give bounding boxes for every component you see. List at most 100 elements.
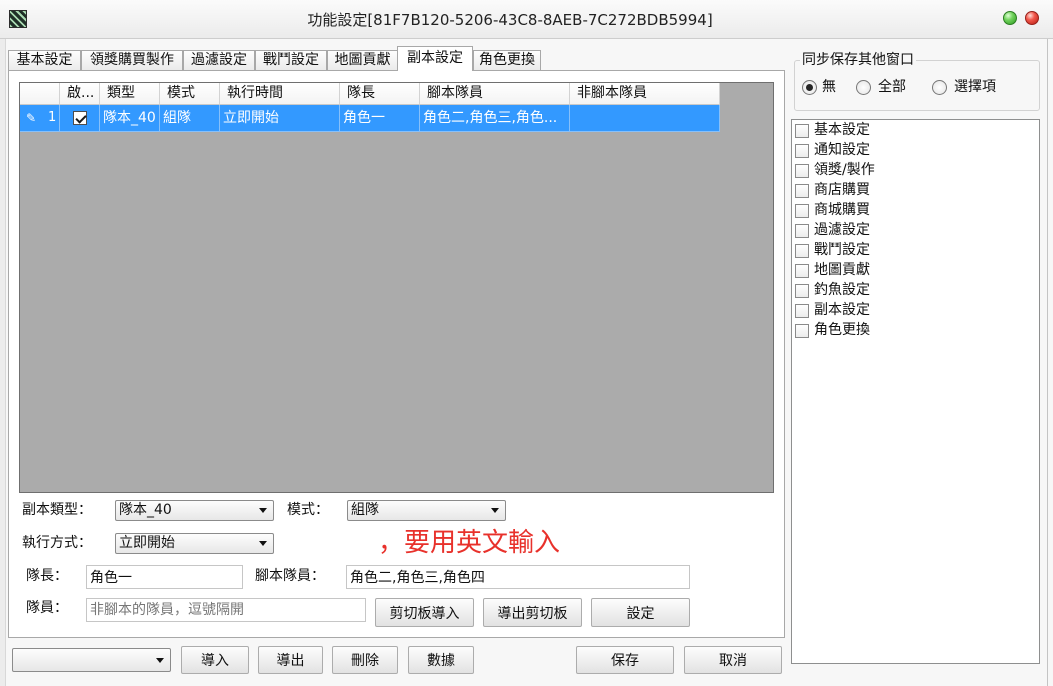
- tab-basic-settings[interactable]: 基本設定: [8, 50, 81, 71]
- list-item-checkbox[interactable]: [795, 304, 809, 318]
- delete-button[interactable]: 刪除: [332, 646, 398, 674]
- green-circle-icon: [1003, 11, 1017, 25]
- cell-run-time[interactable]: 立即開始: [220, 105, 340, 132]
- leader-input[interactable]: [86, 565, 243, 589]
- list-item[interactable]: 通知設定: [792, 140, 1039, 160]
- column-header-script-members[interactable]: 腳本隊員: [420, 83, 570, 105]
- set-button[interactable]: 設定: [591, 598, 690, 627]
- list-item-checkbox[interactable]: [795, 124, 809, 138]
- tab-dungeon-settings[interactable]: 副本設定: [397, 46, 473, 71]
- column-header-leader[interactable]: 隊長: [340, 83, 420, 105]
- radio-none[interactable]: [802, 80, 817, 95]
- dungeon-type-label: 副本類型：: [22, 502, 92, 518]
- mode-select[interactable]: 組隊: [347, 500, 506, 521]
- row-header[interactable]: 1: [20, 105, 60, 132]
- dungeon-type-value: 隊本_40: [119, 502, 172, 518]
- list-item-checkbox[interactable]: [795, 164, 809, 178]
- mode-label: 模式：: [287, 502, 329, 518]
- sync-group-title: 同步保存其他窗口: [800, 51, 916, 69]
- members-input[interactable]: [86, 598, 366, 622]
- list-item-checkbox[interactable]: [795, 184, 809, 198]
- column-header-run-time[interactable]: 執行時間: [220, 83, 340, 105]
- settings-window: 功能設定[81F7B120-5206-43C8-8AEB-7C272BDB599…: [0, 0, 1053, 686]
- list-item[interactable]: 地圖貢獻: [792, 260, 1039, 280]
- dungeon-type-select[interactable]: 隊本_40: [115, 500, 274, 521]
- cell-mode[interactable]: 組隊: [160, 105, 220, 132]
- list-item[interactable]: 商店購買: [792, 180, 1039, 200]
- list-item-label: 過濾設定: [814, 222, 870, 238]
- run-method-select[interactable]: 立即開始: [115, 533, 274, 554]
- dungeon-grid[interactable]: 啟... 類型 模式 執行時間 隊長 腳本隊員 非腳本隊員 1 隊本_40 組隊…: [19, 82, 774, 493]
- radio-selected[interactable]: [932, 80, 947, 95]
- list-item-label: 通知設定: [814, 142, 870, 158]
- profile-select[interactable]: [12, 648, 171, 672]
- close-button[interactable]: [1024, 10, 1040, 26]
- cell-leader[interactable]: 角色一: [340, 105, 420, 132]
- tab-combat-settings[interactable]: 戰鬥設定: [255, 50, 327, 71]
- cell-non-script-members[interactable]: [570, 105, 720, 132]
- list-item[interactable]: 戰鬥設定: [792, 240, 1039, 260]
- data-button[interactable]: 數據: [408, 646, 474, 674]
- cell-type[interactable]: 隊本_40: [100, 105, 160, 132]
- list-item[interactable]: 基本設定: [792, 120, 1039, 140]
- run-method-value: 立即開始: [119, 535, 175, 551]
- list-item[interactable]: 副本設定: [792, 300, 1039, 320]
- list-item[interactable]: 過濾設定: [792, 220, 1039, 240]
- column-header-enabled[interactable]: 啟...: [60, 83, 100, 105]
- title-bar: 功能設定[81F7B120-5206-43C8-8AEB-7C272BDB599…: [0, 0, 1053, 39]
- enabled-checkbox[interactable]: [72, 111, 87, 125]
- sync-option-selected[interactable]: 選擇項: [932, 78, 1012, 97]
- table-row[interactable]: 1 隊本_40 組隊 立即開始 角色一 角色二,角色三,角色...: [20, 105, 720, 132]
- minimize-button[interactable]: [1002, 10, 1018, 26]
- chevron-down-icon: [259, 508, 267, 513]
- column-header-type[interactable]: 類型: [100, 83, 160, 105]
- members-label: 隊員：: [26, 600, 68, 616]
- list-item-checkbox[interactable]: [795, 144, 809, 158]
- cell-enabled[interactable]: [60, 105, 100, 132]
- window-title: 功能設定[81F7B120-5206-43C8-8AEB-7C272BDB599…: [307, 11, 713, 29]
- import-button[interactable]: 導入: [181, 646, 249, 674]
- tab-filter-settings[interactable]: 過濾設定: [183, 50, 255, 71]
- tab-character-switch[interactable]: 角色更換: [473, 50, 541, 71]
- list-item[interactable]: 角色更換: [792, 320, 1039, 340]
- list-item-checkbox[interactable]: [795, 284, 809, 298]
- list-item-checkbox[interactable]: [795, 264, 809, 278]
- grid-header: 啟... 類型 模式 執行時間 隊長 腳本隊員 非腳本隊員: [20, 83, 720, 105]
- list-item-label: 商城購買: [814, 202, 870, 218]
- import-clipboard-button[interactable]: 剪切板導入: [375, 598, 474, 627]
- script-members-input[interactable]: [346, 565, 690, 589]
- column-header-mode[interactable]: 模式: [160, 83, 220, 105]
- list-item-label: 釣魚設定: [814, 282, 870, 298]
- sync-option-all[interactable]: 全部: [856, 78, 920, 97]
- list-item[interactable]: 領獎/製作: [792, 160, 1039, 180]
- sync-option-none[interactable]: 無: [802, 78, 842, 97]
- column-header-row-selector[interactable]: [20, 83, 60, 105]
- list-item-checkbox[interactable]: [795, 204, 809, 218]
- list-item-label: 副本設定: [814, 302, 870, 318]
- list-item-checkbox[interactable]: [795, 244, 809, 258]
- list-item[interactable]: 商城購買: [792, 200, 1039, 220]
- run-method-label: 執行方式：: [22, 535, 92, 551]
- cancel-button[interactable]: 取消: [684, 646, 782, 674]
- list-item-label: 領獎/製作: [814, 162, 875, 178]
- red-circle-icon: [1025, 11, 1039, 25]
- sync-window-list[interactable]: 基本設定 通知設定 領獎/製作 商店購買 商城購買 過濾設定 戰鬥設定 地圖貢獻…: [791, 119, 1040, 664]
- chevron-down-icon: [491, 508, 499, 513]
- cell-script-members[interactable]: 角色二,角色三,角色...: [420, 105, 570, 132]
- tab-map-contribution[interactable]: 地圖貢獻: [327, 50, 398, 71]
- chevron-down-icon: [259, 541, 267, 546]
- leader-label: 隊長：: [26, 568, 68, 584]
- export-button[interactable]: 導出: [258, 646, 323, 674]
- export-clipboard-button[interactable]: 導出剪切板: [483, 598, 582, 627]
- english-input-hint: ，要用英文輸入: [378, 528, 561, 558]
- row-number: 1: [48, 110, 57, 125]
- tab-rewards-purchase-crafting[interactable]: 領獎購買製作: [81, 50, 183, 71]
- mode-value: 組隊: [351, 502, 379, 518]
- radio-all[interactable]: [856, 80, 871, 95]
- list-item[interactable]: 釣魚設定: [792, 280, 1039, 300]
- column-header-non-script-members[interactable]: 非腳本隊員: [570, 83, 720, 105]
- list-item-label: 角色更換: [814, 322, 870, 338]
- save-button[interactable]: 保存: [576, 646, 674, 674]
- list-item-checkbox[interactable]: [795, 324, 809, 338]
- list-item-checkbox[interactable]: [795, 224, 809, 238]
